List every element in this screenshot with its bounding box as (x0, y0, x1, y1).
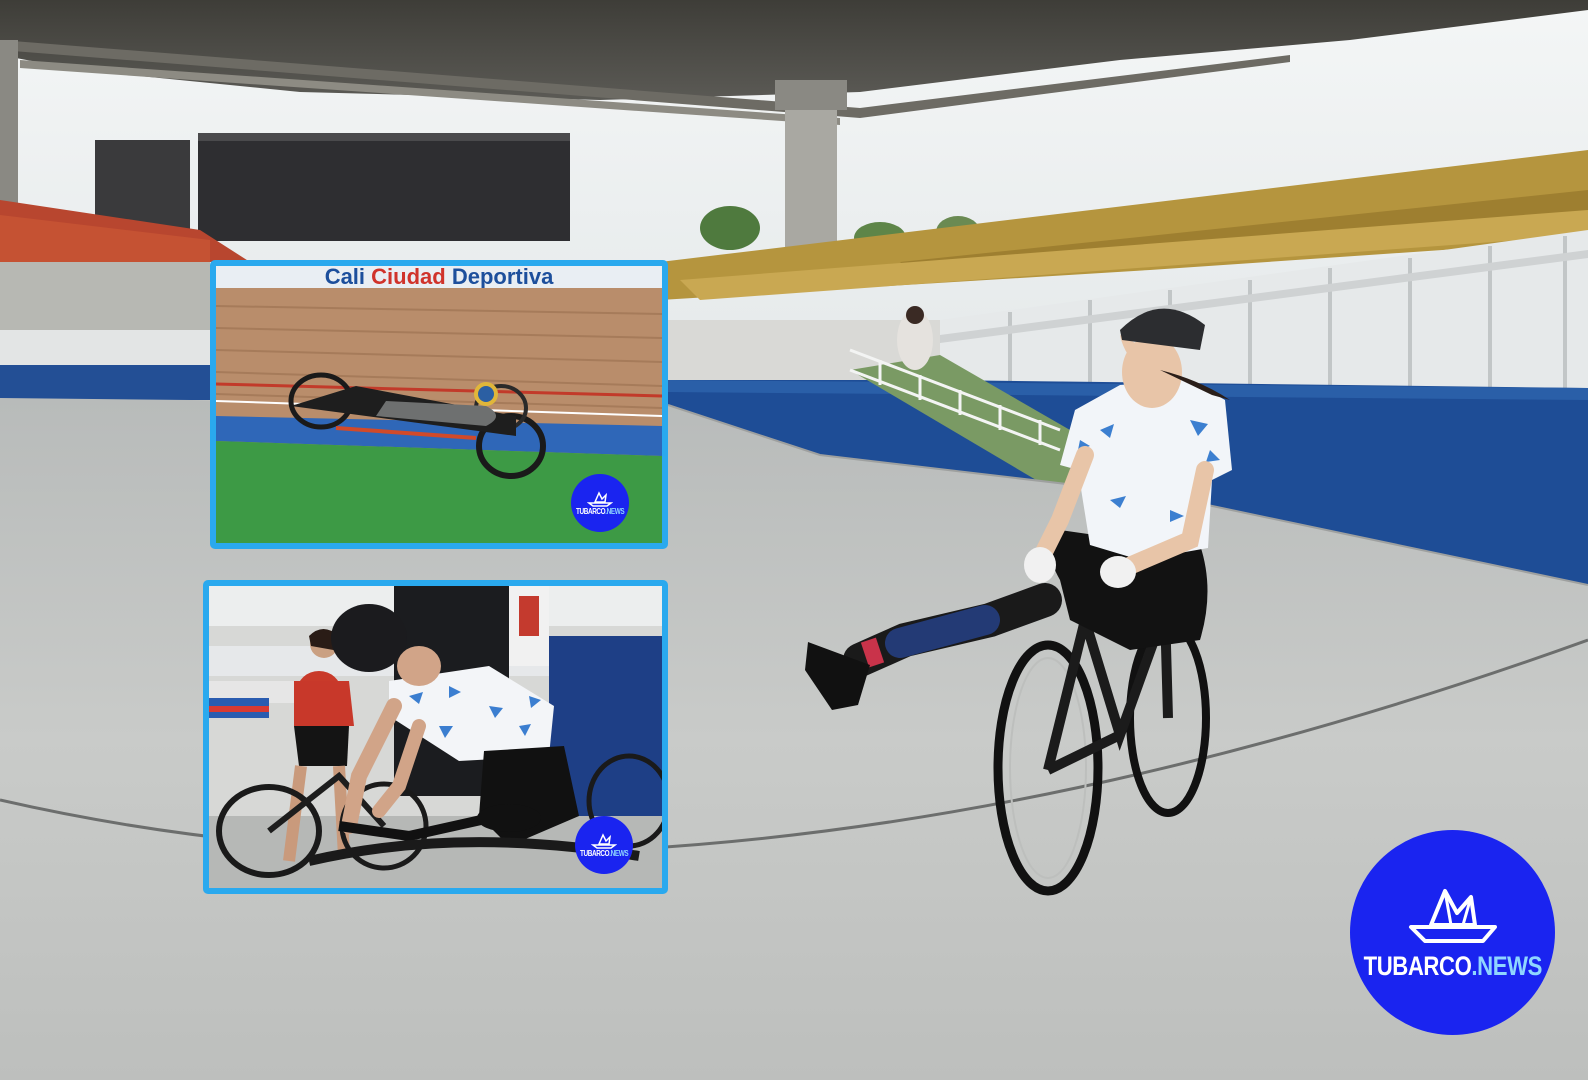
logo-wordmark: TUBARCO .NEWS (1363, 951, 1542, 982)
tubarco-news-logo: TUBARCO .NEWS (1350, 830, 1555, 1035)
logo-brand-text: TUBARCO (1363, 951, 1472, 981)
tubarco-logo-small: TUBARCO .NEWS (571, 474, 629, 532)
banner-text-right: Deportiva (445, 266, 554, 288)
venue-banner: Cali Ciudad Deportiva (216, 266, 662, 288)
banner-text-left: Cali (324, 266, 372, 288)
logo-suffix-text: .NEWS (1471, 951, 1542, 981)
paper-boat-icon (591, 832, 617, 849)
inset-riders-photo: TUBARCO .NEWS (203, 580, 668, 894)
banner-text-mid: Ciudad (371, 266, 446, 288)
logo-wordmark: TUBARCO .NEWS (575, 506, 625, 516)
paper-boat-icon (587, 490, 613, 507)
inset-handcycle-photo: Cali Ciudad Deportiva TUBARCO .NEWS (210, 260, 668, 549)
tubarco-logo-small: TUBARCO .NEWS (575, 816, 633, 874)
paper-boat-icon (1408, 889, 1497, 943)
logo-wordmark: TUBARCO .NEWS (579, 848, 629, 858)
